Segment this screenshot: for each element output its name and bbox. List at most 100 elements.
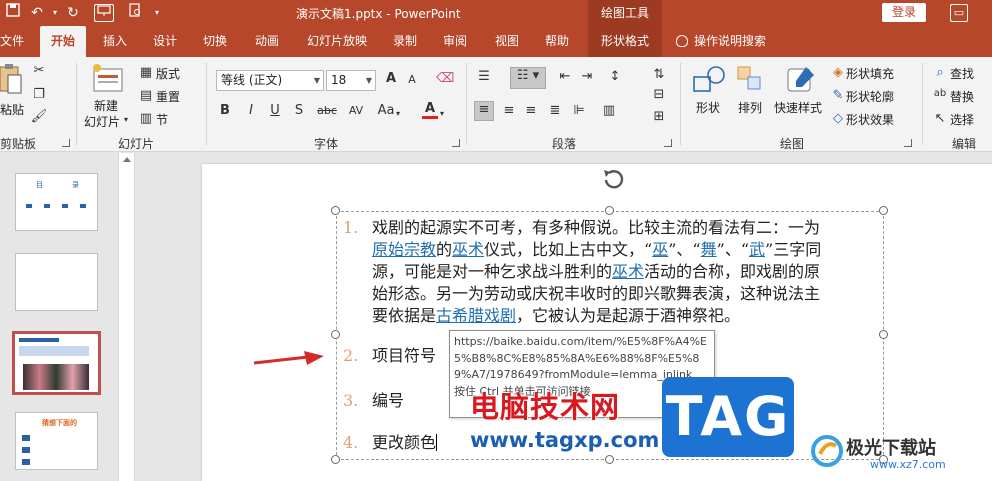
replace-label[interactable]: 替换	[950, 88, 974, 105]
login-button[interactable]: 登录	[882, 3, 926, 22]
columns-icon[interactable]: ▥	[600, 103, 618, 118]
link-greek-drama[interactable]: 古希腊戏剧	[436, 306, 516, 325]
list-item-change-color[interactable]: 更改颜色	[372, 432, 438, 454]
cut-icon[interactable]: ✂	[30, 63, 48, 78]
font-size-combo[interactable]: 18 ▼	[326, 70, 376, 91]
paste-label[interactable]: 粘贴	[0, 101, 24, 118]
line-spacing-icon[interactable]: ↕	[606, 69, 624, 84]
reset-icon[interactable]: ▤	[138, 88, 154, 103]
quick-styles-label[interactable]: 快速样式	[774, 99, 822, 116]
shrink-font-icon[interactable]: A	[404, 73, 420, 86]
link-wu[interactable]: 巫	[652, 240, 668, 259]
drawing-launcher-icon[interactable]	[904, 139, 912, 147]
increase-indent-icon[interactable]: ⇥	[578, 69, 596, 84]
shapes-label[interactable]: 形状	[696, 99, 720, 116]
new-slide-label-1[interactable]: 新建	[94, 97, 118, 114]
slide-thumbnail-3[interactable]	[12, 331, 101, 395]
character-spacing-button[interactable]: AV	[346, 104, 366, 117]
customize-toolbar-icon[interactable]: ▾	[146, 3, 168, 23]
paragraph-launcher-icon[interactable]	[664, 139, 672, 147]
scroll-up-icon[interactable]	[123, 157, 131, 162]
decrease-indent-icon[interactable]: ⇤	[556, 69, 574, 84]
paragraph-1-line-4[interactable]: 始形态。另一为劳动或庆祝丰收时的即兴歌舞表演，这种说法主	[372, 283, 820, 305]
tab-shape-format[interactable]: 形状格式	[588, 26, 662, 57]
numbering-icon[interactable]: ☷ ▾	[510, 67, 546, 89]
chevron-down-icon[interactable]: ▾	[396, 109, 400, 118]
select-label[interactable]: 选择	[950, 111, 974, 128]
resize-handle[interactable]	[331, 455, 340, 464]
tab-view[interactable]: 视图	[484, 26, 530, 57]
restore-icon[interactable]: ▭	[950, 4, 968, 22]
link-primitive-religion[interactable]: 原始宗教	[372, 240, 436, 259]
shape-effects-icon[interactable]: ◇	[830, 111, 846, 126]
font-color-button[interactable]: A	[422, 101, 438, 119]
align-left-icon[interactable]: ≡	[474, 101, 494, 121]
redo-icon[interactable]: ↻	[62, 3, 84, 23]
rotate-handle-icon[interactable]	[600, 166, 626, 195]
shapes-icon[interactable]	[692, 65, 726, 98]
bold-button[interactable]: B	[218, 103, 232, 118]
shape-outline-label[interactable]: 形状轮廓	[846, 88, 894, 105]
reset-label[interactable]: 重置	[156, 88, 180, 105]
link-witchcraft[interactable]: 巫术	[452, 240, 484, 259]
font-launcher-icon[interactable]	[452, 139, 460, 147]
arrange-icon[interactable]	[736, 65, 764, 98]
new-slide-icon[interactable]	[92, 63, 124, 96]
tab-transitions[interactable]: 切换	[192, 26, 238, 57]
text-direction-icon[interactable]: ⇅	[650, 67, 668, 82]
justify-icon[interactable]: ≣	[546, 103, 564, 118]
tab-file[interactable]: 文件	[0, 26, 24, 57]
font-name-combo[interactable]: 等线 (正文) ▼	[216, 70, 324, 91]
tab-design[interactable]: 设计	[142, 26, 188, 57]
new-slide-dropdown-icon[interactable]: ▾	[124, 115, 128, 124]
resize-handle[interactable]	[879, 206, 888, 215]
resize-handle[interactable]	[605, 206, 614, 215]
shape-fill-label[interactable]: 形状填充	[846, 65, 894, 82]
tab-record[interactable]: 录制	[382, 26, 428, 57]
tab-review[interactable]: 审阅	[432, 26, 478, 57]
section-icon[interactable]: ▥	[138, 111, 154, 126]
align-right-icon[interactable]: ≡	[522, 103, 540, 118]
distributed-icon[interactable]: ⊫	[570, 103, 588, 118]
link-witchcraft-2[interactable]: 巫术	[612, 262, 644, 281]
section-label[interactable]: 节	[156, 111, 168, 128]
list-item-numbering[interactable]: 编号	[372, 390, 404, 412]
save-icon[interactable]	[2, 3, 24, 23]
format-painter-icon[interactable]: 🖌	[30, 109, 48, 124]
slide-thumbnail-1[interactable]: 目 录	[15, 173, 98, 231]
change-case-button[interactable]: Aa	[376, 103, 396, 118]
tab-help[interactable]: 帮助	[534, 26, 580, 57]
clear-formatting-icon[interactable]: ⌫	[436, 71, 454, 86]
paste-icon[interactable]	[0, 63, 22, 98]
shape-fill-icon[interactable]: ◈	[830, 65, 846, 80]
resize-handle[interactable]	[331, 330, 340, 339]
tab-slideshow[interactable]: 幻灯片放映	[300, 26, 374, 57]
arrange-label[interactable]: 排列	[738, 99, 762, 116]
present-from-start-icon[interactable]	[94, 4, 114, 22]
select-icon[interactable]: ↖	[932, 111, 948, 126]
new-slide-label-2[interactable]: 幻灯片	[84, 113, 120, 130]
align-text-icon[interactable]: ⊟	[650, 87, 668, 102]
thumbnail-scrollbar[interactable]	[118, 153, 135, 481]
list-item-bullets[interactable]: 项目符号	[372, 345, 436, 367]
layout-label[interactable]: 版式	[156, 65, 180, 82]
resize-handle[interactable]	[879, 330, 888, 339]
clipboard-launcher-icon[interactable]	[62, 139, 70, 147]
smartart-icon[interactable]: ⊞	[650, 109, 668, 124]
paragraph-1-line-3[interactable]: 源，可能是对一种乞求战斗胜利的巫术活动的合称，即戏剧的原	[372, 261, 820, 283]
link-martial[interactable]: 武	[749, 240, 765, 259]
italic-button[interactable]: I	[244, 103, 258, 118]
shape-effects-label[interactable]: 形状效果	[846, 111, 894, 128]
resize-handle[interactable]	[605, 455, 614, 464]
chevron-down-icon[interactable]: ▾	[440, 109, 444, 118]
bullets-icon[interactable]: ☰	[474, 69, 494, 84]
shape-outline-icon[interactable]: ✎	[830, 88, 846, 103]
paragraph-1-line-2[interactable]: 原始宗教的巫术仪式，比如上古中文，“巫”、“舞”、“武”三字同	[372, 239, 821, 261]
text-shadow-button[interactable]: S	[292, 103, 306, 118]
slide-thumbnail-2[interactable]	[15, 253, 98, 311]
resize-handle[interactable]	[331, 206, 340, 215]
slide-thumbnail-4[interactable]: 猜想下面的	[15, 412, 98, 470]
tab-insert[interactable]: 插入	[92, 26, 138, 57]
tab-animations[interactable]: 动画	[244, 26, 290, 57]
paragraph-1-line-5[interactable]: 要依据是古希腊戏剧，它被认为是起源于酒神祭祀。	[372, 305, 740, 327]
